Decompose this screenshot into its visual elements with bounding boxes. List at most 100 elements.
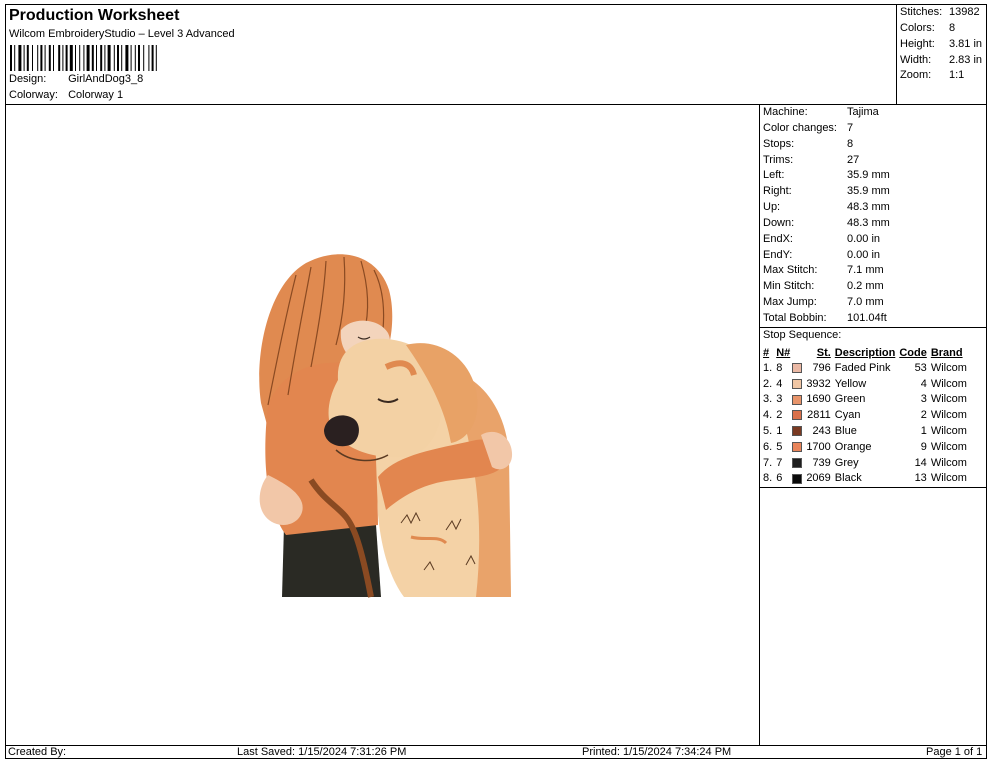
info-panel: Machine: Tajima Color changes: 7 Stops: 8 T… (760, 105, 987, 746)
color-code: 4 (920, 377, 927, 390)
summary-value: 8 (949, 22, 956, 34)
needle-cell: 7 (775, 455, 805, 471)
summary-value: 2.83 in (949, 54, 983, 66)
stitch-count: 796 (812, 361, 831, 374)
stitch-count: 2069 (806, 472, 831, 485)
info-row: Stops: 8 (763, 138, 853, 150)
info-row: EndX: 0.00 in (763, 233, 880, 245)
info-row: Color changes: 7 (763, 122, 853, 134)
stitch-count: 2811 (807, 409, 831, 422)
worksheet-header: Production Worksheet Wilcom EmbroiderySt… (6, 5, 897, 105)
color-description: Grey (834, 456, 859, 469)
stitch-count: 739 (812, 456, 831, 469)
divider (760, 327, 987, 328)
summary-value: 13982 (949, 6, 980, 18)
stop-sequence-table: # N# St. Description Code Brand 1. 8 796 Fa… (762, 345, 970, 486)
info-value: 35.9 mm (847, 169, 890, 181)
table-row: 8. 6 2069 Black 13 Wilcom (762, 471, 970, 487)
color-swatch (792, 410, 803, 421)
table-row: 6. 5 1700 Orange 9 Wilcom (762, 439, 970, 455)
stitch-count: 3932 (806, 377, 831, 390)
needle-number: 3 (776, 393, 783, 406)
color-description: Orange (834, 440, 872, 453)
info-row: EndY: 0.00 in (763, 249, 880, 261)
needle-cell: 8 (775, 360, 805, 376)
thread-brand: Wilcom (930, 393, 967, 406)
printed-date: Printed: 1/15/2024 7:34:24 PM (582, 746, 732, 758)
thread-brand: Wilcom (930, 440, 967, 453)
color-code: 14 (914, 456, 927, 469)
colorway-row: Colorway: Colorway 1 (9, 89, 123, 101)
thread-brand: Wilcom (930, 377, 967, 390)
summary-row: Height: 3.81 in (900, 38, 982, 50)
summary-row: Width: 2.83 in (900, 54, 982, 66)
summary-row: Stitches: 13982 (900, 6, 980, 18)
info-value: 27 (847, 154, 860, 166)
stitch-count: 243 (812, 425, 831, 438)
summary-value: 1:1 (949, 69, 965, 81)
table-header-row: # N# St. Description Code Brand (762, 345, 970, 360)
info-value: 0.00 in (847, 249, 881, 261)
thread-brand: Wilcom (930, 456, 967, 469)
stop-index: 6. (763, 440, 773, 453)
stop-sequence-title: Stop Sequence: (763, 329, 842, 341)
color-swatch (792, 394, 803, 405)
info-value: 7 (847, 122, 854, 134)
needle-number: 1 (776, 425, 783, 438)
needle-number: 7 (776, 456, 783, 469)
info-label: Right: (763, 185, 792, 197)
color-description: Blue (834, 425, 857, 438)
stop-index: 4. (763, 409, 773, 422)
color-description: Cyan (834, 409, 861, 422)
colorway-value: Colorway 1 (68, 89, 124, 101)
software-subtitle: Wilcom EmbroideryStudio – Level 3 Advanc… (9, 28, 235, 40)
info-value: 48.3 mm (847, 217, 890, 229)
table-row: 4. 2 2811 Cyan 2 Wilcom (762, 407, 970, 423)
color-swatch (792, 378, 803, 389)
worksheet-frame: Production Worksheet Wilcom EmbroiderySt… (5, 4, 987, 759)
needle-cell: 2 (775, 407, 805, 423)
needle-cell: 3 (775, 392, 805, 408)
table-row: 3. 3 1690 Green 3 Wilcom (762, 392, 970, 408)
needle-number: 2 (776, 409, 783, 422)
needle-number: 5 (776, 440, 783, 453)
info-label: EndY: (763, 249, 793, 261)
column-header-index: # (763, 346, 770, 359)
created-by: Created By: (8, 746, 67, 758)
needle-number: 8 (776, 361, 783, 374)
summary-label: Stitches: (900, 6, 943, 18)
table-row: 5. 1 243 Blue 1 Wilcom (762, 423, 970, 439)
summary-value: 3.81 in (949, 38, 983, 50)
color-description: Yellow (834, 377, 867, 390)
color-description: Green (834, 393, 866, 406)
stop-index: 2. (763, 377, 773, 390)
needle-number: 4 (776, 377, 783, 390)
info-label: EndX: (763, 233, 793, 245)
color-description: Faded Pink (834, 361, 891, 374)
color-swatch (792, 441, 803, 452)
info-row: Trims: 27 (763, 154, 859, 166)
info-row: Machine: Tajima (763, 106, 879, 118)
page-title: Production Worksheet (9, 7, 180, 24)
table-row: 7. 7 739 Grey 14 Wilcom (762, 455, 970, 471)
summary-label: Width: (900, 54, 932, 66)
info-label: Left: (763, 169, 785, 181)
summary-label: Height: (900, 38, 935, 50)
table-row: 1. 8 796 Faded Pink 53 Wilcom (762, 360, 970, 376)
info-label: Total Bobbin: (763, 312, 827, 324)
info-label: Max Jump: (763, 296, 817, 308)
stitch-count: 1690 (806, 393, 831, 406)
info-row: Min Stitch: 0.2 mm (763, 280, 884, 292)
color-swatch (792, 473, 803, 484)
color-code: 3 (920, 393, 927, 406)
needle-number: 6 (776, 472, 783, 485)
stop-index: 7. (763, 456, 773, 469)
stop-index: 8. (763, 472, 773, 485)
column-header-needle: N# (776, 346, 791, 359)
info-value: 101.04ft (847, 312, 887, 324)
info-label: Min Stitch: (763, 280, 815, 292)
summary-row: Zoom: 1:1 (900, 69, 964, 81)
column-header-code: Code (899, 346, 927, 359)
info-row: Up: 48.3 mm (763, 201, 890, 213)
info-label: Max Stitch: (763, 264, 818, 276)
